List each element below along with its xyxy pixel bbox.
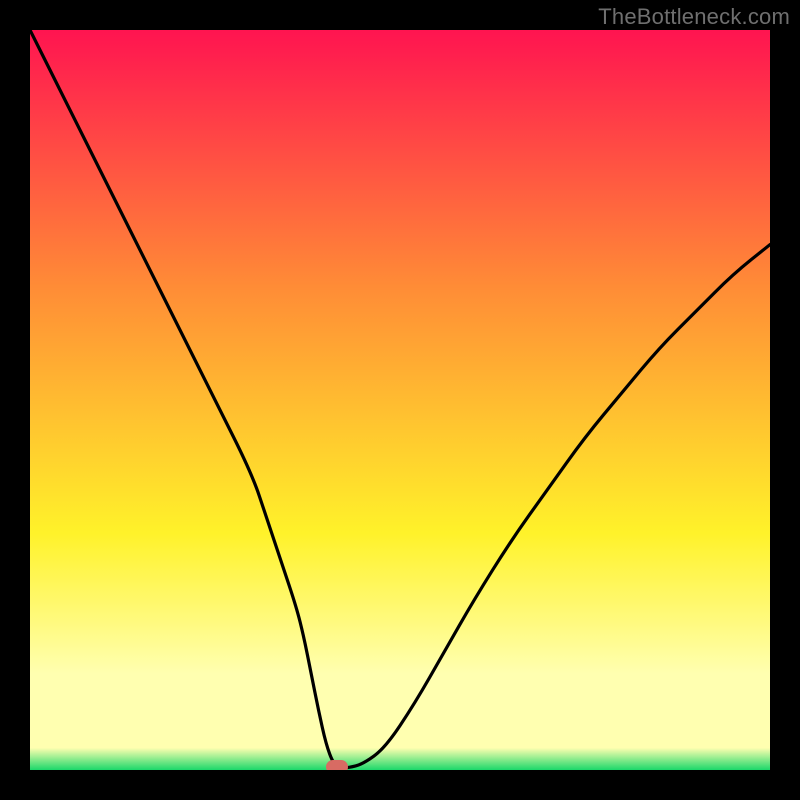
plot-area bbox=[30, 30, 770, 770]
watermark-text: TheBottleneck.com bbox=[598, 4, 790, 30]
optimum-marker bbox=[326, 760, 348, 770]
chart-frame: TheBottleneck.com bbox=[0, 0, 800, 800]
bottleneck-curve bbox=[30, 30, 770, 770]
